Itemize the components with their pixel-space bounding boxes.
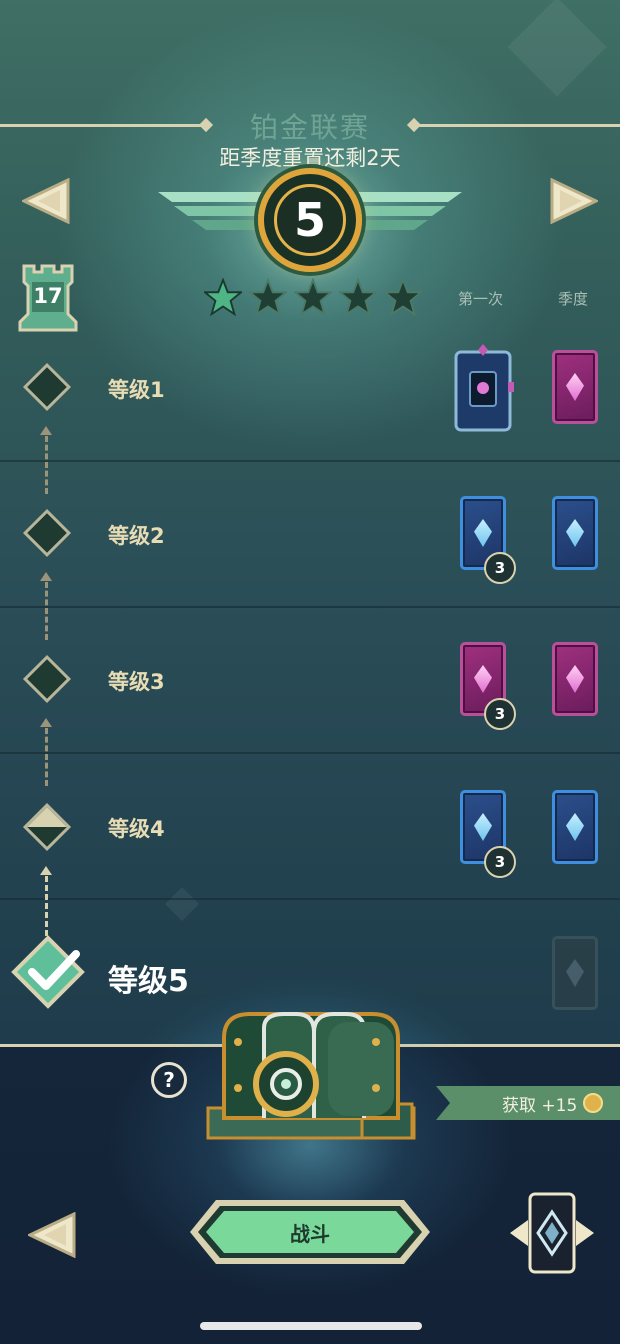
home-indicator[interactable] — [200, 1322, 422, 1330]
tower-rank-badge[interactable]: 17 — [18, 262, 78, 332]
level-1-first-reward-card[interactable] — [452, 344, 514, 434]
level-2-marker — [22, 508, 72, 558]
decorative-diamond — [165, 887, 199, 921]
level-4-season-reward-card[interactable] — [552, 790, 598, 864]
star-empty-icon — [249, 278, 287, 316]
star-empty-icon — [294, 278, 332, 316]
fight-button[interactable]: 战斗 — [188, 1198, 432, 1266]
level-3-season-reward-card[interactable] — [552, 642, 598, 716]
star-empty-icon — [384, 278, 422, 316]
tower-rank-number: 17 — [33, 284, 63, 308]
right-arrow-icon — [550, 177, 600, 225]
league-level-badge: 5 — [258, 168, 362, 272]
pink-gem-icon — [566, 373, 584, 401]
reward-text: 获取 +15 — [502, 1095, 578, 1116]
row-divider — [0, 752, 620, 754]
deck-button[interactable] — [508, 1190, 596, 1276]
column-first-time: 第一次 — [458, 290, 504, 308]
level-3-marker — [22, 654, 72, 704]
level-1-season-reward-card[interactable] — [552, 350, 598, 424]
path-connector — [45, 728, 48, 786]
level-2-season-reward-card[interactable] — [552, 496, 598, 570]
row-divider — [0, 606, 620, 608]
level-4-marker — [22, 802, 72, 852]
path-connector — [45, 582, 48, 640]
left-arrow-icon — [20, 177, 70, 225]
pink-gem-icon — [474, 665, 492, 693]
level-1-label: 等级1 — [108, 378, 165, 402]
left-arrow-icon — [26, 1211, 76, 1259]
row-divider — [0, 460, 620, 462]
treasure-chest[interactable] — [204, 1008, 418, 1144]
grey-gem-icon — [566, 959, 584, 987]
path-connector — [45, 436, 48, 494]
next-league-button[interactable] — [550, 177, 600, 225]
path-arrow-icon — [40, 718, 52, 727]
reward-tag: 获取 +15 — [436, 1086, 620, 1120]
blue-gem-icon — [566, 519, 584, 547]
level-4-label: 等级4 — [108, 817, 165, 841]
crown-coin-icon — [583, 1093, 604, 1113]
level-3-reward-count: 3 — [484, 698, 516, 730]
star-empty-icon — [339, 278, 377, 316]
level-4-reward-count: 3 — [484, 846, 516, 878]
back-button[interactable] — [26, 1211, 76, 1259]
checkmark-icon — [28, 950, 80, 990]
progress-stars — [204, 278, 422, 316]
blue-gem-icon — [566, 813, 584, 841]
row-divider — [0, 898, 620, 900]
level-2-reward-count: 3 — [484, 552, 516, 584]
help-button[interactable]: ? — [151, 1062, 187, 1098]
path-arrow-icon — [40, 426, 52, 435]
column-season: 季度 — [558, 290, 589, 308]
league-title: 铂金联赛 — [249, 111, 370, 144]
star-filled-icon — [204, 278, 242, 316]
card-deck-icon — [510, 1192, 594, 1274]
level-2-label: 等级2 — [108, 524, 165, 548]
blue-gem-icon — [474, 519, 492, 547]
path-connector — [45, 876, 48, 936]
prev-league-button[interactable] — [20, 177, 70, 225]
league-level-number: 5 — [274, 184, 346, 256]
level-3-label: 等级3 — [108, 670, 165, 694]
fight-button-label: 战斗 — [290, 1221, 330, 1246]
pink-gem-icon — [566, 665, 584, 693]
path-arrow-icon — [40, 866, 52, 875]
level-5-season-reward-card[interactable] — [552, 936, 598, 1010]
blue-gem-icon — [474, 813, 492, 841]
path-arrow-icon — [40, 572, 52, 581]
